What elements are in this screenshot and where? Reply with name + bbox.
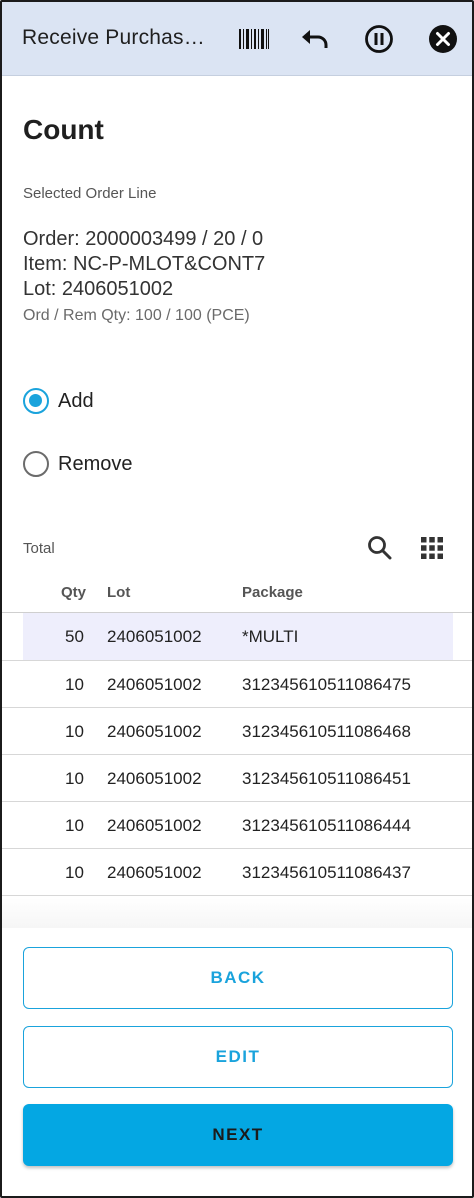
- cell-package: *MULTI: [242, 627, 299, 646]
- cell-lot: 2406051002: [107, 627, 202, 646]
- next-button[interactable]: NEXT: [23, 1104, 453, 1166]
- lot-info: Lot: 2406051002: [23, 278, 174, 300]
- table-row[interactable]: 10 2406051002 312345610511086444: [2, 802, 472, 849]
- undo-icon[interactable]: [298, 21, 334, 57]
- cell-qty: 10: [65, 675, 84, 694]
- app-bar: Receive Purchas…: [2, 2, 472, 76]
- cell-package: 312345610511086468: [242, 722, 411, 741]
- table-row[interactable]: 10 2406051002 312345610511086475: [2, 661, 472, 708]
- cell-package: 312345610511086437: [242, 863, 411, 882]
- cell-package: 312345610511086475: [242, 675, 411, 694]
- total-label: Total: [23, 540, 55, 557]
- item-info: Item: NC-P-MLOT&CONT7: [23, 253, 266, 275]
- cell-lot: 2406051002: [107, 722, 202, 741]
- app-frame: Receive Purchas… Count Selected Order Li…: [0, 0, 474, 1198]
- barcode-icon[interactable]: [236, 21, 272, 57]
- app-title: Receive Purchas…: [22, 26, 205, 49]
- row-divider: [2, 895, 472, 896]
- radio-remove-label: Remove: [58, 452, 133, 475]
- table-row[interactable]: 10 2406051002 312345610511086451: [2, 755, 472, 802]
- cell-qty: 10: [65, 816, 84, 835]
- cell-package: 312345610511086451: [242, 769, 411, 788]
- column-header-package[interactable]: Package: [242, 584, 303, 601]
- search-icon[interactable]: [364, 532, 396, 564]
- table-row[interactable]: 10 2406051002 312345610511086437: [2, 849, 472, 896]
- qty-info: Ord / Rem Qty: 100 / 100 (PCE): [23, 307, 250, 324]
- order-info: Order: 2000003499 / 20 / 0: [23, 228, 264, 250]
- selected-order-line-label: Selected Order Line: [23, 185, 157, 202]
- radio-add-indicator[interactable]: [23, 388, 49, 414]
- cell-lot: 2406051002: [107, 675, 202, 694]
- column-header-lot[interactable]: Lot: [107, 584, 130, 601]
- radio-add[interactable]: Add: [23, 388, 94, 414]
- cell-package: 312345610511086444: [242, 816, 411, 835]
- back-button[interactable]: BACK: [23, 947, 453, 1009]
- cell-lot: 2406051002: [107, 863, 202, 882]
- cell-lot: 2406051002: [107, 769, 202, 788]
- radio-add-label: Add: [58, 389, 94, 412]
- pause-icon[interactable]: [361, 21, 397, 57]
- edit-button[interactable]: EDIT: [23, 1026, 453, 1088]
- cell-qty: 10: [65, 722, 84, 741]
- page-title: Count: [23, 114, 104, 145]
- cell-qty: 50: [65, 627, 84, 646]
- column-header-qty[interactable]: Qty: [61, 584, 86, 601]
- close-icon[interactable]: [425, 21, 461, 57]
- cell-qty: 10: [65, 769, 84, 788]
- cell-qty: 10: [65, 863, 84, 882]
- radio-remove-indicator[interactable]: [23, 451, 49, 477]
- table-row[interactable]: 10 2406051002 312345610511086468: [2, 708, 472, 755]
- table-row[interactable]: 50 2406051002 *MULTI: [23, 613, 453, 660]
- radio-remove[interactable]: Remove: [23, 451, 132, 477]
- grid-icon[interactable]: [416, 532, 448, 564]
- scroll-fade: [2, 898, 472, 928]
- cell-lot: 2406051002: [107, 816, 202, 835]
